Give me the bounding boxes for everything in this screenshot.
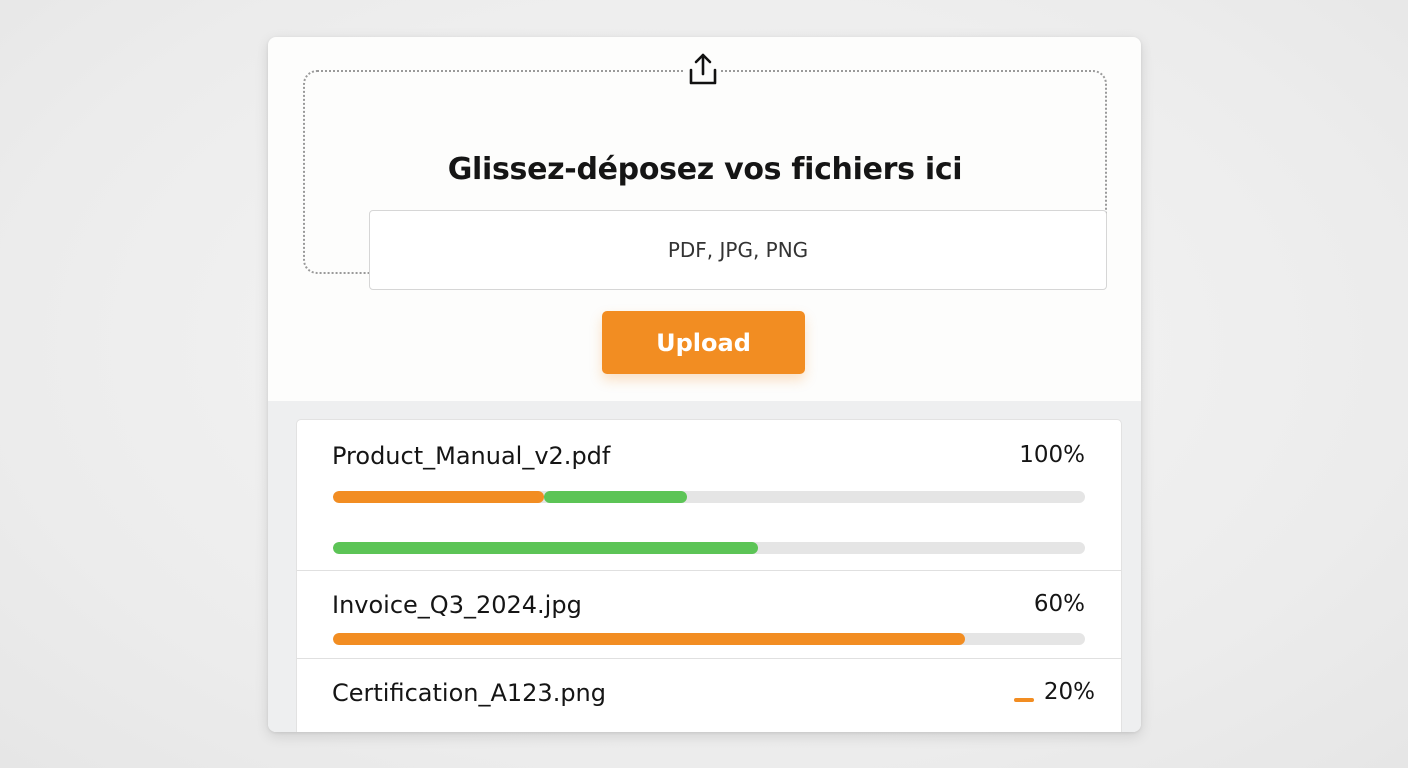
- file-row-invoice: Invoice_Q3_2024.jpg 60%: [297, 570, 1121, 659]
- drop-zone-title: Glissez-déposez vos fichiers ici: [447, 152, 963, 187]
- file-progress-percent: 60%: [1033, 591, 1085, 617]
- progress-fill-segment: [333, 633, 965, 645]
- progress-fill-segment: [333, 542, 758, 554]
- upload-button[interactable]: Upload: [602, 311, 805, 374]
- upload-card: Glissez-déposez vos fichiers ici PDF, JP…: [268, 37, 1141, 732]
- accepted-file-types-label: PDF, JPG, PNG: [667, 238, 809, 262]
- file-row-certification: Certification_A123.png 20%: [297, 658, 1121, 732]
- accepted-file-types: PDF, JPG, PNG: [369, 210, 1107, 290]
- progress-bar: [333, 633, 1085, 645]
- progress-bar: [333, 491, 1085, 503]
- upload-icon: [685, 49, 721, 89]
- file-name: Invoice_Q3_2024.jpg: [332, 591, 582, 619]
- progress-bar: [333, 542, 1085, 554]
- file-name: Product_Manual_v2.pdf: [332, 442, 611, 470]
- file-name: Certification_A123.png: [332, 679, 606, 707]
- file-row-product-manual: Product_Manual_v2.pdf 100%: [297, 420, 1121, 570]
- progress-fill-segment: [333, 491, 544, 503]
- progress-fill-segment: [544, 491, 687, 503]
- drop-zone[interactable]: Glissez-déposez vos fichiers ici PDF, JP…: [303, 70, 1107, 290]
- file-progress-percent: 20%: [1043, 679, 1095, 705]
- progress-indicator: [1014, 698, 1034, 702]
- upload-list-area: Product_Manual_v2.pdf 100% Invoice_Q3_20…: [268, 401, 1141, 732]
- upload-list: Product_Manual_v2.pdf 100% Invoice_Q3_20…: [296, 419, 1122, 732]
- file-progress-percent: 100%: [1019, 442, 1085, 468]
